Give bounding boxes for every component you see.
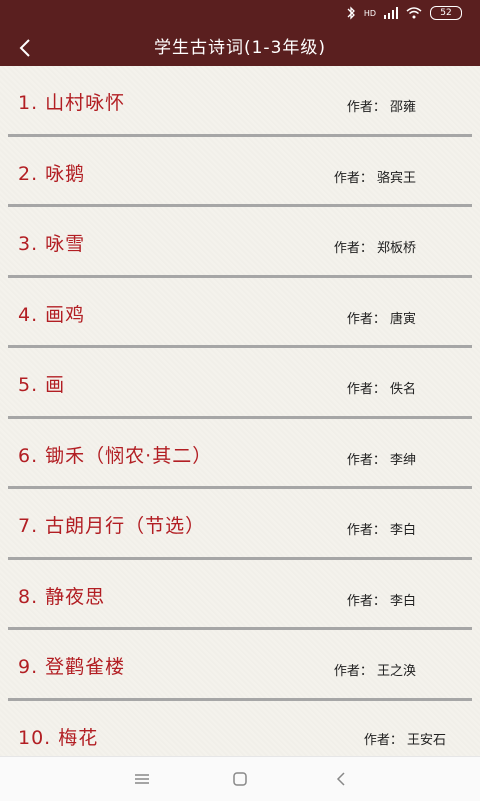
poem-title: 8. 静夜思 [18,585,106,608]
poem-author: 作者： 王安石 [363,732,446,748]
system-nav-bar [0,756,480,801]
bluetooth-icon [347,6,355,20]
menu-button[interactable] [130,769,154,789]
nav-back-button[interactable] [330,769,354,789]
poem-item-1[interactable]: 1. 山村咏怀 作者： 邵雍 [0,66,480,137]
poem-author: 作者： 李白 [346,523,416,538]
poem-title: 5. 画 [18,374,66,396]
poem-title: 4. 画鸡 [18,303,86,326]
poem-title: 6. 锄禾（悯农·其二） [18,444,213,467]
back-icon [336,772,345,786]
network-label: HD [363,8,376,18]
poem-title: 9. 登鹳雀楼 [18,656,126,678]
menu-icon [135,774,149,784]
poem-item-6[interactable]: 6. 锄禾（悯农·其二） 作者： 李绅 [0,419,480,489]
poem-title: 7. 古朗月行（节选） [18,515,206,537]
battery-level: 52 [440,8,452,18]
poem-author: 作者： 邵雍 [346,100,416,115]
poem-item-7[interactable]: 7. 古朗月行（节选） 作者： 李白 [0,489,480,560]
poem-author: 作者： 郑板桥 [333,241,416,256]
poem-author: 作者： 李白 [346,593,416,609]
signal-icon [384,7,398,19]
status-bar: HD 52 [0,0,480,30]
page-title: 学生古诗词(1-3年级) [153,38,327,58]
app-header: 学生古诗词(1-3年级) [0,30,480,66]
poem-title: 10. 梅花 [18,726,99,749]
status-icons: HD 52 [346,6,462,20]
poem-title: 3. 咏雪 [18,233,86,255]
poem-title: 1. 山村咏怀 [18,92,126,114]
poem-author: 作者： 李绅 [346,452,416,468]
poem-item-8[interactable]: 8. 静夜思 作者： 李白 [0,560,480,630]
home-icon [233,772,247,786]
battery-icon: 52 [430,6,462,20]
poem-item-3[interactable]: 3. 咏雪 作者： 郑板桥 [0,207,480,278]
poem-item-5[interactable]: 5. 画 作者： 佚名 [0,348,480,419]
poem-author: 作者： 唐寅 [346,311,416,327]
home-button[interactable] [228,769,252,789]
poem-item-10[interactable]: 10. 梅花 作者： 王安石 [0,701,480,757]
poem-author: 作者： 王之涣 [333,664,416,679]
poem-item-4[interactable]: 4. 画鸡 作者： 唐寅 [0,278,480,348]
poem-item-2[interactable]: 2. 咏鹅 作者： 骆宾王 [0,137,480,207]
poem-item-9[interactable]: 9. 登鹳雀楼 作者： 王之涣 [0,630,480,701]
poem-list: 1. 山村咏怀 作者： 邵雍 2. 咏鹅 作者： 骆宾王 3. 咏雪 作者： 郑… [0,66,480,756]
poem-author: 作者： 佚名 [346,382,416,397]
poem-author: 作者： 骆宾王 [333,170,416,186]
poem-title: 2. 咏鹅 [18,162,86,185]
wifi-icon [406,7,422,19]
